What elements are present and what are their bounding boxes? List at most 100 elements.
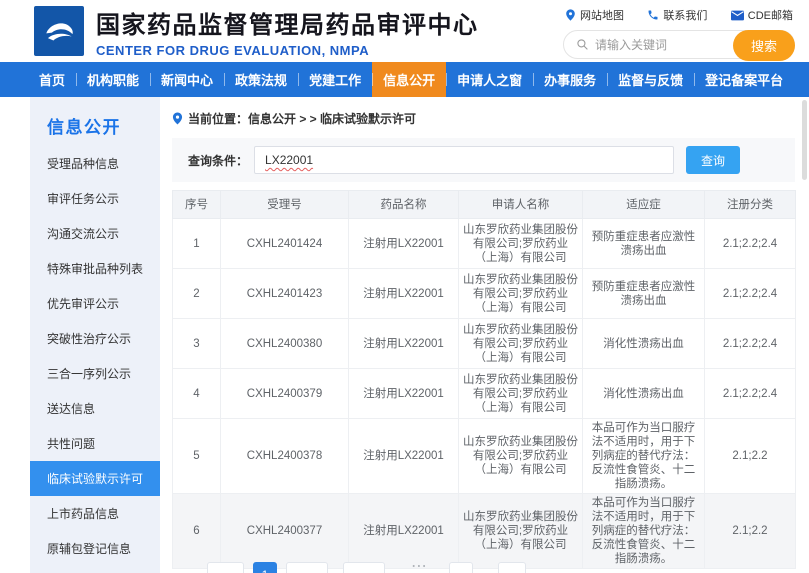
table-cell: 预防重症患者应激性溃疡出血 <box>583 269 705 319</box>
query-label: 查询条件： <box>188 152 248 169</box>
scrollbar-thumb[interactable] <box>802 100 807 180</box>
table-cell: 山东罗欣药业集团股份有限公司;罗欣药业（上海）有限公司 <box>459 319 583 369</box>
nav-item-9[interactable]: 监督与反馈 <box>607 62 694 97</box>
table-cell: 山东罗欣药业集团股份有限公司;罗欣药业（上海）有限公司 <box>459 419 583 494</box>
sidebar-item-10[interactable]: 临床试验默示许可 <box>30 461 160 496</box>
table-cell: 2.1;2.2;2.4 <box>705 369 796 419</box>
table-row: 3CXHL2400380注射用LX22001山东罗欣药业集团股份有限公司;罗欣药… <box>173 319 796 369</box>
main-nav: 首页机构职能新闻中心政策法规党建工作信息公开申请人之窗办事服务监督与反馈登记备案… <box>0 62 809 97</box>
sidebar-item-2[interactable]: 审评任务公示 <box>30 181 160 216</box>
sidebar-item-8[interactable]: 送达信息 <box>30 391 160 426</box>
sidebar-item-4[interactable]: 特殊审批品种列表 <box>30 251 160 286</box>
table-cell: CXHL2400379 <box>221 369 349 419</box>
query-input[interactable]: LX22001 <box>254 146 674 174</box>
table-cell: 消化性溃疡出血 <box>583 369 705 419</box>
table-cell: 注射用LX22001 <box>349 369 459 419</box>
table-row: 5CXHL2400378注射用LX22001山东罗欣药业集团股份有限公司;罗欣药… <box>173 419 796 494</box>
location-pin-icon <box>172 112 183 125</box>
search-placeholder: 请输入关键词 <box>595 36 667 53</box>
table-cell: 山东罗欣药业集团股份有限公司;罗欣药业（上海）有限公司 <box>459 269 583 319</box>
sidebar-item-11[interactable]: 上市药品信息 <box>30 496 160 531</box>
table-row: 4CXHL2400379注射用LX22001山东罗欣药业集团股份有限公司;罗欣药… <box>173 369 796 419</box>
column-header: 序号 <box>173 191 221 219</box>
sidebar-item-1[interactable]: 受理品种信息 <box>30 146 160 181</box>
search-icon <box>576 38 589 51</box>
sidebar-title: 信息公开 <box>30 97 160 146</box>
search-button[interactable]: 搜索 <box>733 30 795 61</box>
nav-item-5[interactable]: 党建工作 <box>298 62 372 97</box>
table-cell: 2.1;2.2;2.4 <box>705 269 796 319</box>
table-cell: 2.1;2.2;2.4 <box>705 219 796 269</box>
pagination-button-last[interactable] <box>343 562 385 573</box>
nav-item-7[interactable]: 申请人之窗 <box>446 62 533 97</box>
table-cell: 注射用LX22001 <box>349 419 459 494</box>
table-header-row: 序号受理号药品名称申请人名称适应症注册分类 <box>173 191 796 219</box>
table-cell: 2 <box>173 269 221 319</box>
column-header: 适应症 <box>583 191 705 219</box>
sidebar-item-3[interactable]: 沟通交流公示 <box>30 216 160 251</box>
table-cell: 注射用LX22001 <box>349 319 459 369</box>
table-row: 1CXHL2401424注射用LX22001山东罗欣药业集团股份有限公司;罗欣药… <box>173 219 796 269</box>
pagination-jump-box[interactable] <box>449 562 473 573</box>
table-cell: 1 <box>173 219 221 269</box>
sidebar-item-9[interactable]: 共性问题 <box>30 426 160 461</box>
table-row: 6CXHL2400377注射用LX22001山东罗欣药业集团股份有限公司;罗欣药… <box>173 494 796 569</box>
query-value: LX22001 <box>265 153 313 167</box>
quick-links: 网站地图 联系我们 CDE邮箱 <box>563 7 795 23</box>
quick-link-3[interactable]: CDE邮箱 <box>731 7 793 23</box>
nav-item-3[interactable]: 新闻中心 <box>150 62 224 97</box>
table-cell: 5 <box>173 419 221 494</box>
header-right: 网站地图 联系我们 CDE邮箱 请输入关键词 搜索 <box>563 7 795 59</box>
nav-item-10[interactable]: 登记备案平台 <box>694 62 794 97</box>
quick-link-1[interactable]: 网站地图 <box>565 7 624 23</box>
table-cell: 6 <box>173 494 221 569</box>
pagination-button-next[interactable] <box>286 562 328 573</box>
quick-link-label: 网站地图 <box>580 7 624 23</box>
sidebar-item-12[interactable]: 原辅包登记信息 <box>30 531 160 566</box>
nav-item-2[interactable]: 机构职能 <box>76 62 150 97</box>
nav-item-1[interactable]: 首页 <box>28 62 76 97</box>
phone-icon <box>647 9 659 21</box>
table-cell: CXHL2401423 <box>221 269 349 319</box>
sidebar-items: 受理品种信息审评任务公示沟通交流公示特殊审批品种列表优先审评公示突破性治疗公示三… <box>30 146 160 573</box>
nav-item-6[interactable]: 信息公开 <box>372 62 446 97</box>
site-search-input[interactable]: 请输入关键词 搜索 <box>563 30 795 59</box>
sidebar-item-13[interactable]: 药品目录集信息 <box>30 566 160 573</box>
site-header: 国家药品监督管理局药品审评中心 CENTER FOR DRUG EVALUATI… <box>0 0 809 62</box>
breadcrumb: 当前位置：信息公开 > > 临床试验默示许可 <box>172 110 795 127</box>
table-cell: 注射用LX22001 <box>349 494 459 569</box>
sidebar-item-6[interactable]: 突破性治疗公示 <box>30 321 160 356</box>
pagination-button-prev[interactable] <box>207 562 244 573</box>
table-cell: 本品可作为当口服疗法不适用时，用于下列病症的替代疗法：反流性食管炎、十二指肠溃疡… <box>583 419 705 494</box>
results-table: 序号受理号药品名称申请人名称适应症注册分类 1CXHL2401424注射用LX2… <box>172 190 796 569</box>
quick-link-label: 联系我们 <box>663 7 707 23</box>
column-header: 申请人名称 <box>459 191 583 219</box>
quick-link-label: CDE邮箱 <box>748 7 793 23</box>
site-title: 国家药品监督管理局药品审评中心 <box>96 5 479 40</box>
table-cell: CXHL2401424 <box>221 219 349 269</box>
table-cell: 3 <box>173 319 221 369</box>
table-cell: 山东罗欣药业集团股份有限公司;罗欣药业（上海）有限公司 <box>459 494 583 569</box>
table-cell: 注射用LX22001 <box>349 269 459 319</box>
table-cell: 预防重症患者应激性溃疡出血 <box>583 219 705 269</box>
table-row: 2CXHL2401423注射用LX22001山东罗欣药业集团股份有限公司;罗欣药… <box>173 269 796 319</box>
table-cell: 本品可作为当口服疗法不适用时，用于下列病症的替代疗法：反流性食管炎、十二指肠溃疡… <box>583 494 705 569</box>
quick-link-2[interactable]: 联系我们 <box>647 7 707 23</box>
table-cell: 山东罗欣药业集团股份有限公司;罗欣药业（上海）有限公司 <box>459 219 583 269</box>
query-button[interactable]: 查询 <box>686 146 740 174</box>
table-cell: 2.1;2.2 <box>705 419 796 494</box>
sidebar-item-5[interactable]: 优先审评公示 <box>30 286 160 321</box>
pagination-go-button[interactable] <box>498 562 526 573</box>
table-cell: CXHL2400377 <box>221 494 349 569</box>
main-content: 当前位置：信息公开 > > 临床试验默示许可 查询条件： LX22001 查询 … <box>172 97 795 569</box>
table-cell: 2.1;2.2;2.4 <box>705 319 796 369</box>
table-cell: 消化性溃疡出血 <box>583 319 705 369</box>
nav-item-8[interactable]: 办事服务 <box>533 62 607 97</box>
column-header: 注册分类 <box>705 191 796 219</box>
pagination: 1⋯ <box>207 562 535 573</box>
sidebar-item-7[interactable]: 三合一序列公示 <box>30 356 160 391</box>
column-header: 药品名称 <box>349 191 459 219</box>
nav-item-4[interactable]: 政策法规 <box>224 62 298 97</box>
table-cell: CXHL2400380 <box>221 319 349 369</box>
pagination-page-active[interactable]: 1 <box>253 562 277 573</box>
